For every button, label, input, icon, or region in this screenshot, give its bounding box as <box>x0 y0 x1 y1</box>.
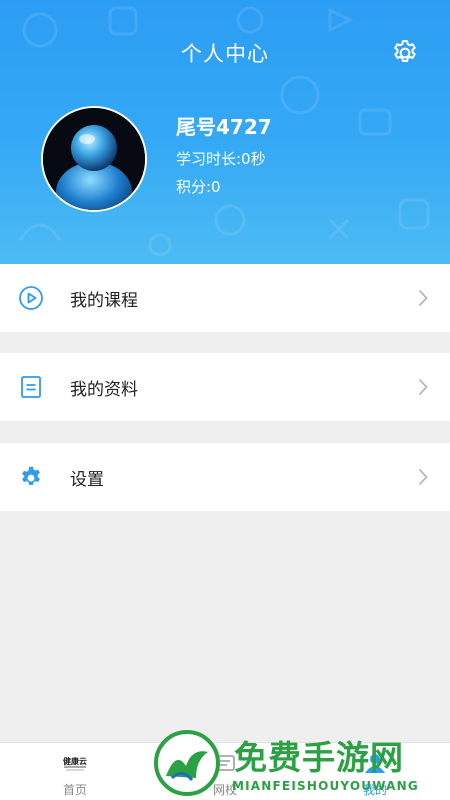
chevron-right-icon <box>418 378 428 396</box>
watermark: 免费手游网 MIANFEISHOUYOUWANG <box>152 727 450 800</box>
menu-item-my-materials[interactable]: 我的资料 <box>0 353 450 421</box>
watermark-text: 免费手游网 <box>234 738 404 777</box>
study-time: 学习时长:0秒 <box>176 150 266 168</box>
gear-icon <box>22 466 40 486</box>
avatar-figure-icon <box>43 108 145 210</box>
page-title: 个人中心 <box>181 42 269 66</box>
tab-home[interactable]: 健康云 首页 <box>0 743 150 800</box>
svg-text:健康云: 健康云 <box>63 756 87 766</box>
document-icon <box>21 376 41 398</box>
menu-item-settings[interactable]: 设置 <box>0 443 450 511</box>
watermark-subtext: MIANFEISHOUYOUWANG <box>232 779 419 793</box>
menu-item-label: 设置 <box>70 470 104 490</box>
settings-button[interactable] <box>390 38 420 68</box>
play-circle-icon <box>19 286 43 310</box>
home-logo-icon: 健康云 <box>63 756 87 771</box>
watermark-logo-icon <box>154 730 220 796</box>
gear-icon <box>394 40 416 62</box>
user-name: 尾号4727 <box>176 115 272 139</box>
menu-item-label: 我的课程 <box>70 291 138 311</box>
chevron-right-icon <box>418 289 428 307</box>
chevron-right-icon <box>418 468 428 486</box>
tab-label: 首页 <box>62 783 87 797</box>
profile-header: 个人中心 尾号4727 学习时长:0秒 积分:0 <box>0 0 450 264</box>
menu-item-label: 我的资料 <box>70 380 138 400</box>
menu-item-my-courses[interactable]: 我的课程 <box>0 264 450 332</box>
avatar[interactable] <box>41 106 147 212</box>
points: 积分:0 <box>176 178 221 196</box>
